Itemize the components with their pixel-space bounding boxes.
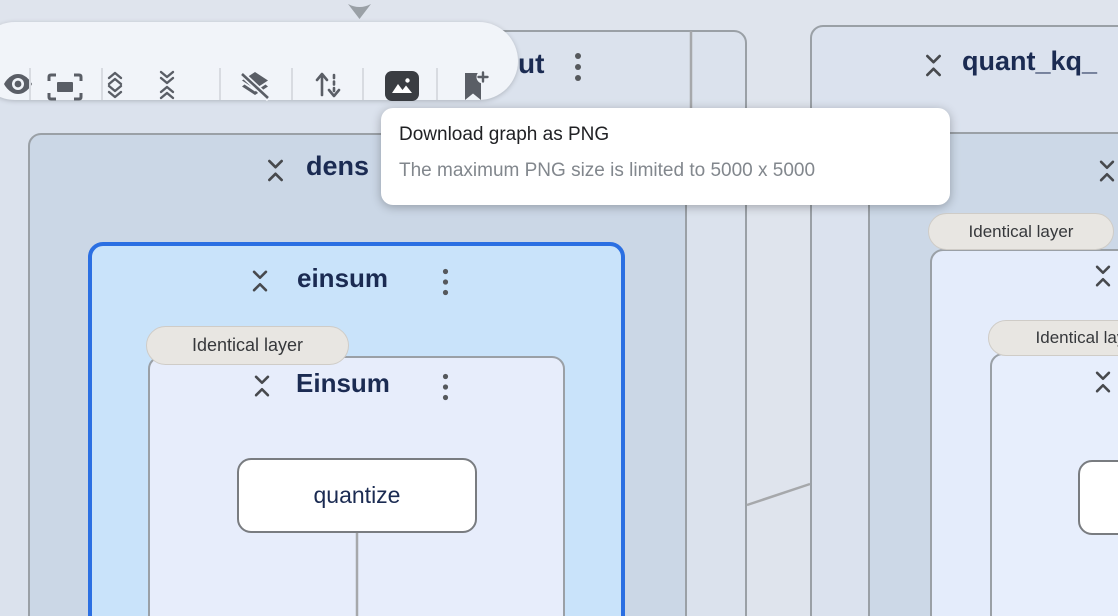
collapse-layer-icon[interactable]	[1090, 368, 1116, 396]
swap-vert-icon[interactable]	[313, 70, 343, 100]
fit-screen-icon[interactable]	[47, 73, 83, 101]
collapse-layer-icon[interactable]	[920, 51, 947, 80]
badge-label: Identical layer	[1036, 328, 1118, 348]
group-dens-title: dens	[306, 151, 369, 182]
graph-toolbar	[0, 22, 518, 100]
layers-off-icon[interactable]	[238, 70, 272, 102]
group-einsum-title: einsum	[297, 263, 388, 294]
tooltip-title: Download graph as PNG	[399, 124, 932, 146]
quantize-node[interactable]: quantize	[237, 458, 477, 533]
identical-layer-badge: Identical layer	[988, 320, 1118, 356]
collapse-layer-icon[interactable]	[1094, 157, 1118, 185]
expand-all-icon[interactable]	[102, 70, 128, 100]
collapse-layer-icon[interactable]	[1090, 262, 1116, 290]
edge-arrowhead-icon	[348, 4, 371, 19]
group-outer-left-title: ut	[518, 48, 544, 80]
tooltip-subtitle: The maximum PNG size is limited to 5000 …	[399, 160, 932, 182]
right-op-node[interactable]	[1078, 460, 1118, 535]
quantize-node-label: quantize	[314, 482, 401, 509]
kebab-menu-icon[interactable]	[442, 268, 449, 296]
kebab-menu-icon[interactable]	[574, 52, 582, 82]
group-einsum-inner-title: Einsum	[296, 368, 390, 399]
collapse-layer-icon[interactable]	[247, 267, 273, 295]
identical-layer-badge: Identical layer	[146, 326, 349, 365]
collapse-layer-icon[interactable]	[249, 372, 275, 400]
group-quant-kq-title: quant_kq_	[962, 46, 1097, 77]
kebab-menu-icon[interactable]	[442, 373, 449, 401]
image-icon[interactable]	[385, 71, 419, 101]
identical-layer-badge: Identical layer	[928, 213, 1114, 250]
model-graph-canvas: quantize Identical layer Identical layer…	[0, 0, 1118, 616]
badge-label: Identical layer	[192, 335, 303, 356]
bookmark-add-icon[interactable]	[462, 71, 490, 102]
badge-label: Identical layer	[969, 222, 1074, 242]
collapse-layer-icon[interactable]	[262, 156, 289, 185]
collapse-all-icon[interactable]	[154, 70, 180, 100]
download-png-tooltip: Download graph as PNG The maximum PNG si…	[381, 108, 950, 205]
